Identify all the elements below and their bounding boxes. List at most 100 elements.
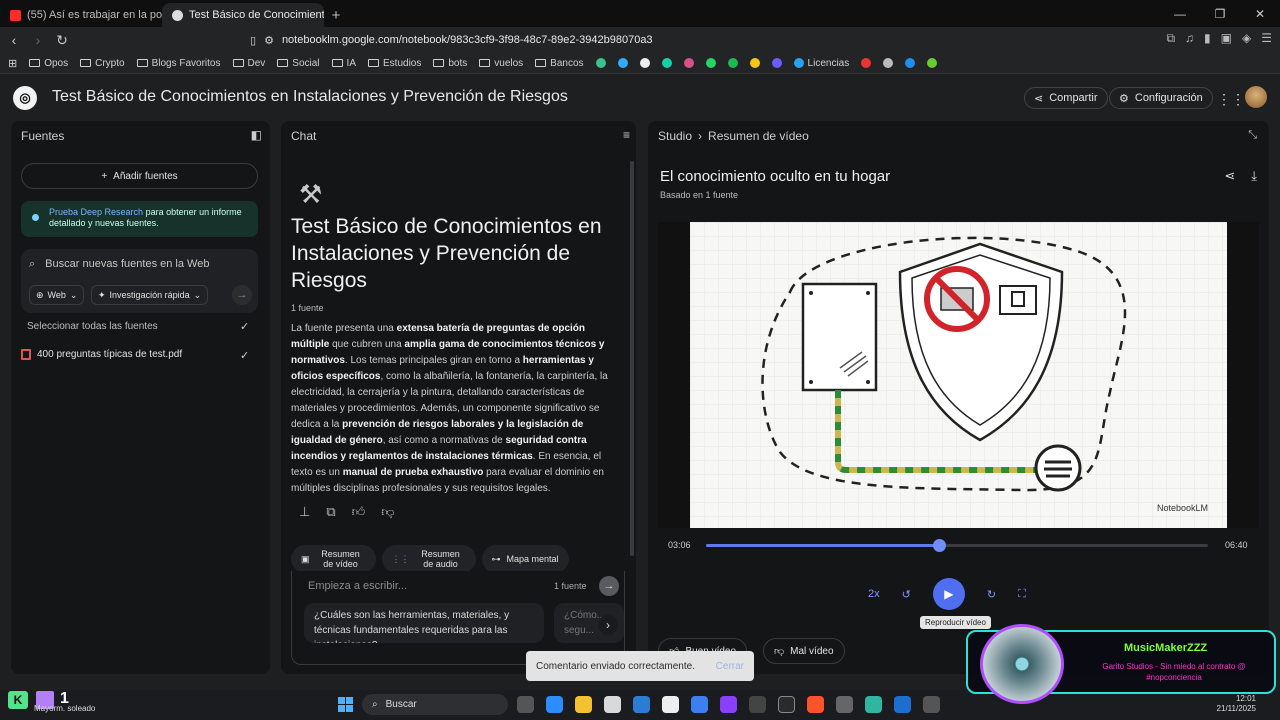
site-icon[interactable] bbox=[905, 58, 916, 68]
task-view-icon[interactable] bbox=[517, 696, 534, 713]
web-filter-dropdown[interactable]: ⊕ Web ⌄ bbox=[29, 285, 85, 305]
shield-icon[interactable]: ◈ bbox=[1242, 31, 1251, 46]
speed-button[interactable]: 2x bbox=[868, 588, 880, 600]
web-search-input[interactable]: Buscar nuevas fuentes en la Web bbox=[45, 258, 209, 271]
bookmark-folder[interactable]: Blogs Favoritos bbox=[136, 58, 221, 69]
notepad-icon[interactable] bbox=[604, 696, 621, 713]
breadcrumb-studio[interactable]: Studio bbox=[658, 129, 692, 143]
site-icon[interactable] bbox=[771, 58, 782, 68]
forward-icon[interactable]: › bbox=[28, 32, 48, 48]
close-window-icon[interactable]: ✕ bbox=[1240, 0, 1280, 27]
site-icon[interactable] bbox=[661, 58, 672, 68]
system-clock[interactable]: 12:01 21/11/2025 bbox=[1217, 694, 1256, 714]
deep-research-promo[interactable]: Prueba Deep Research para obtener un inf… bbox=[21, 201, 258, 237]
github-icon[interactable] bbox=[778, 696, 795, 713]
bookmark-folder[interactable]: vuelos bbox=[479, 58, 523, 69]
bookmark-folder[interactable]: Crypto bbox=[80, 58, 125, 69]
source-item[interactable]: 400 preguntas típicas de test.pdf bbox=[21, 349, 182, 360]
bookmark-folder[interactable]: bots bbox=[433, 58, 467, 69]
video-progress-slider[interactable] bbox=[706, 539, 1208, 552]
apps-grid-icon[interactable]: ⊞ bbox=[8, 57, 17, 70]
select-all-checkbox[interactable]: ✓ bbox=[240, 320, 249, 333]
file-explorer-icon[interactable] bbox=[575, 696, 592, 713]
research-mode-dropdown[interactable]: ✦ Investigación rápida ⌄ bbox=[91, 285, 209, 305]
terminal-icon[interactable] bbox=[749, 696, 766, 713]
chat-scrollbar[interactable] bbox=[630, 161, 634, 556]
suggested-question[interactable]: ¿Cuáles son las herramientas, materiales… bbox=[304, 603, 544, 643]
brave-icon[interactable] bbox=[807, 696, 824, 713]
app-icon[interactable] bbox=[865, 696, 882, 713]
copy-icon[interactable]: ⧉ bbox=[326, 504, 335, 520]
site-icon[interactable] bbox=[883, 58, 894, 68]
download-icon[interactable]: ⤓ bbox=[1251, 168, 1257, 184]
weather-widget[interactable]: Mayorm. soleado bbox=[34, 704, 95, 713]
bookmark-folder[interactable]: Dev bbox=[232, 58, 265, 69]
site-icon[interactable] bbox=[617, 58, 628, 68]
tune-icon[interactable]: ≡ bbox=[623, 128, 630, 142]
audio-summary-button[interactable]: ⋮⋮ Resumen de audio bbox=[381, 545, 476, 573]
mind-map-button[interactable]: ⊶ Mapa mental bbox=[481, 545, 569, 573]
vscode-icon[interactable] bbox=[633, 696, 650, 713]
site-info-icon[interactable]: ⚙ bbox=[264, 34, 274, 47]
site-icon[interactable] bbox=[595, 58, 606, 68]
submit-arrow-icon[interactable]: → bbox=[232, 285, 252, 305]
avatar[interactable] bbox=[1245, 86, 1267, 108]
deep-research-link[interactable]: Prueba Deep Research bbox=[49, 207, 143, 217]
share-icon[interactable]: ⋖ bbox=[1224, 168, 1235, 184]
apps-grid-icon[interactable]: ⋮⋮ bbox=[1217, 91, 1245, 108]
outlook-icon[interactable] bbox=[894, 696, 911, 713]
notebook-title[interactable]: Test Básico de Conocimientos en Instalac… bbox=[52, 88, 568, 106]
whatsapp-icon[interactable] bbox=[705, 58, 716, 68]
add-sources-button[interactable]: + Añadir fuentes bbox=[21, 163, 258, 189]
new-tab-button[interactable]: + bbox=[324, 3, 348, 27]
windows-start-icon[interactable] bbox=[338, 697, 353, 712]
tab-notebooklm[interactable]: Test Básico de Conocimientos en ✕ bbox=[162, 3, 324, 27]
app-icon[interactable] bbox=[923, 696, 940, 713]
collapse-icon[interactable]: ⤡ bbox=[1248, 129, 1257, 142]
chevron-right-icon[interactable]: › bbox=[598, 615, 618, 635]
reload-icon[interactable]: ↻ bbox=[52, 32, 72, 49]
bookmark-folder[interactable]: Social bbox=[277, 58, 320, 69]
forward-skip-icon[interactable]: ↻ bbox=[987, 588, 996, 601]
thumbs-up-icon[interactable]: 👍︎ bbox=[352, 504, 366, 520]
collapse-panel-icon[interactable]: ◧ bbox=[251, 128, 262, 142]
video-summary-button[interactable]: ▣ Resumen de vídeo bbox=[291, 545, 376, 573]
fullscreen-icon[interactable]: ⛶ bbox=[1018, 588, 1026, 601]
site-icon[interactable] bbox=[749, 58, 760, 68]
url-field[interactable]: ▯ ⚙ notebooklm.google.com/notebook/983c3… bbox=[250, 31, 653, 49]
site-icon[interactable] bbox=[861, 58, 872, 68]
taskbar-search[interactable]: ⌕ Buscar bbox=[362, 694, 508, 715]
play-pause-button[interactable]: ▶ bbox=[932, 578, 965, 610]
tab-youtube[interactable]: (55) Así es trabajar en la policía com bbox=[0, 3, 162, 27]
toast-close-button[interactable]: Cerrar bbox=[716, 661, 744, 672]
copilot-icon[interactable] bbox=[546, 696, 563, 713]
music-icon[interactable]: ♫ bbox=[1185, 31, 1194, 46]
restore-icon[interactable]: ❐ bbox=[1200, 0, 1240, 27]
progress-handle[interactable] bbox=[933, 539, 947, 552]
thumbs-down-icon[interactable]: 👎︎ bbox=[381, 504, 394, 520]
app-icon[interactable] bbox=[836, 696, 853, 713]
video-player[interactable]: NotebookLM bbox=[690, 222, 1227, 528]
share-button[interactable]: ⋖ Compartir bbox=[1024, 87, 1108, 109]
extensions-icon[interactable]: ⧉ bbox=[1166, 31, 1175, 46]
send-arrow-icon[interactable]: → bbox=[599, 576, 619, 596]
minimize-icon[interactable]: — bbox=[1160, 0, 1200, 27]
chat-input[interactable]: Empieza a escribir... bbox=[308, 580, 407, 592]
back-icon[interactable]: ‹ bbox=[4, 32, 24, 48]
notebooklm-logo-icon[interactable]: ◎ bbox=[13, 86, 37, 110]
bookmark-folder[interactable]: Opos bbox=[29, 58, 68, 69]
site-icon[interactable] bbox=[639, 58, 650, 68]
pin-icon[interactable]: ⊥ bbox=[299, 504, 310, 520]
bookmark-folder[interactable]: Estudios bbox=[368, 58, 421, 69]
spotify-icon[interactable] bbox=[727, 58, 738, 68]
site-icon[interactable] bbox=[927, 58, 938, 68]
app-icon[interactable] bbox=[662, 696, 679, 713]
bookmark-licencias[interactable]: Licencias bbox=[793, 58, 849, 69]
bookmark-folder[interactable]: Bancos bbox=[535, 58, 584, 69]
settings-button[interactable]: ⚙ Configuración bbox=[1109, 87, 1213, 109]
bookmark-folder[interactable]: IA bbox=[331, 58, 356, 69]
source-checkbox[interactable]: ✓ bbox=[240, 349, 249, 362]
app-icon[interactable] bbox=[720, 696, 737, 713]
rewind-icon[interactable]: ↺ bbox=[902, 588, 911, 601]
bookmark-page-icon[interactable]: ▯ bbox=[250, 34, 256, 47]
